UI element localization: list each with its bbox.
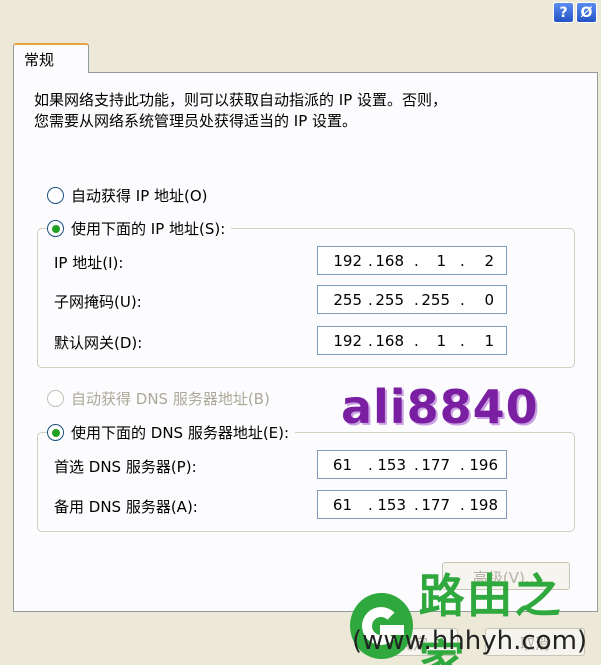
preferred-dns-label: 首选 DNS 服务器(P): (54, 458, 197, 476)
radio-manual-ip-circle[interactable] (47, 220, 64, 237)
ip-octet: 192 (333, 332, 362, 350)
radio-auto-dns-label: 自动获得 DNS 服务器地址(B) (71, 390, 270, 408)
ip-octet: 196 (469, 456, 498, 474)
ip-octet: 153 (377, 456, 406, 474)
radio-manual-dns-label: 使用下面的 DNS 服务器地址(E): (71, 424, 290, 442)
subnet-mask-input[interactable]: 255 . 255 . 255 . 0 (317, 285, 507, 314)
ip-octet: 198 (469, 496, 498, 514)
default-gateway-label: 默认网关(D): (54, 334, 143, 352)
ip-octet: 168 (375, 252, 404, 270)
ip-octet: 255 (375, 291, 404, 309)
alternate-dns-label: 备用 DNS 服务器(A): (54, 498, 198, 516)
radio-auto-dns-circle (47, 390, 64, 407)
ip-octet: 1 (436, 252, 446, 270)
help-button[interactable]: ? (553, 2, 574, 23)
ip-octet: 1 (436, 332, 446, 350)
radio-manual-dns[interactable]: 使用下面的 DNS 服务器地址(E): (47, 422, 296, 443)
ip-octet: 61 (332, 496, 352, 514)
ip-dot: . (368, 291, 373, 309)
radio-manual-ip[interactable]: 使用下面的 IP 地址(S): (47, 218, 232, 239)
default-gateway-input[interactable]: 192 . 168 . 1 . 1 (317, 326, 507, 355)
intro-text: 如果网络支持此功能，则可以获取自动指派的 IP 设置。否则， 您需要从网络系统管… (34, 90, 447, 132)
preferred-dns-input[interactable]: 61 . 153 . 177 . 196 (317, 450, 507, 479)
ip-dot: . (368, 252, 373, 270)
ip-dot: . (368, 496, 373, 514)
tab-general[interactable]: 常规 (13, 43, 89, 73)
radio-manual-dns-circle[interactable] (47, 424, 64, 441)
radio-auto-ip-label: 自动获得 IP 地址(O) (71, 187, 208, 205)
ip-octet: 177 (421, 456, 450, 474)
ip-address-label: IP 地址(I): (54, 254, 124, 272)
radio-auto-dns: 自动获得 DNS 服务器地址(B) (47, 388, 276, 409)
logo-url: (www.hhhyh.com) (352, 626, 588, 656)
close-button[interactable]: Ø (576, 2, 597, 23)
ip-octet: 0 (484, 291, 494, 309)
ip-octet: 61 (332, 456, 352, 474)
intro-line-2: 您需要从网络系统管理员处获得适当的 IP 设置。 (34, 112, 358, 130)
ip-octet: 255 (421, 291, 450, 309)
title-bar-buttons: ? Ø (553, 2, 597, 23)
tab-general-label: 常规 (24, 51, 55, 69)
ip-address-input[interactable]: 192 . 168 . 1 . 2 (317, 246, 507, 275)
subnet-mask-label: 子网掩码(U): (54, 293, 142, 311)
ip-octet: 192 (333, 252, 362, 270)
ip-octet: 153 (377, 496, 406, 514)
ip-octet: 177 (421, 496, 450, 514)
ip-octet: 2 (484, 252, 494, 270)
ip-octet: 255 (333, 291, 362, 309)
ip-dot: . (368, 456, 373, 474)
ip-dot: . (368, 332, 373, 350)
radio-auto-ip-circle[interactable] (47, 187, 64, 204)
intro-line-1: 如果网络支持此功能，则可以获取自动指派的 IP 设置。否则， (34, 91, 448, 109)
watermark-text: ali8840 (341, 380, 539, 434)
alternate-dns-input[interactable]: 61 . 153 . 177 . 198 (317, 490, 507, 519)
ip-octet: 1 (484, 332, 494, 350)
ip-octet: 168 (375, 332, 404, 350)
radio-auto-ip[interactable]: 自动获得 IP 地址(O) (47, 185, 214, 206)
radio-manual-ip-label: 使用下面的 IP 地址(S): (71, 220, 226, 238)
